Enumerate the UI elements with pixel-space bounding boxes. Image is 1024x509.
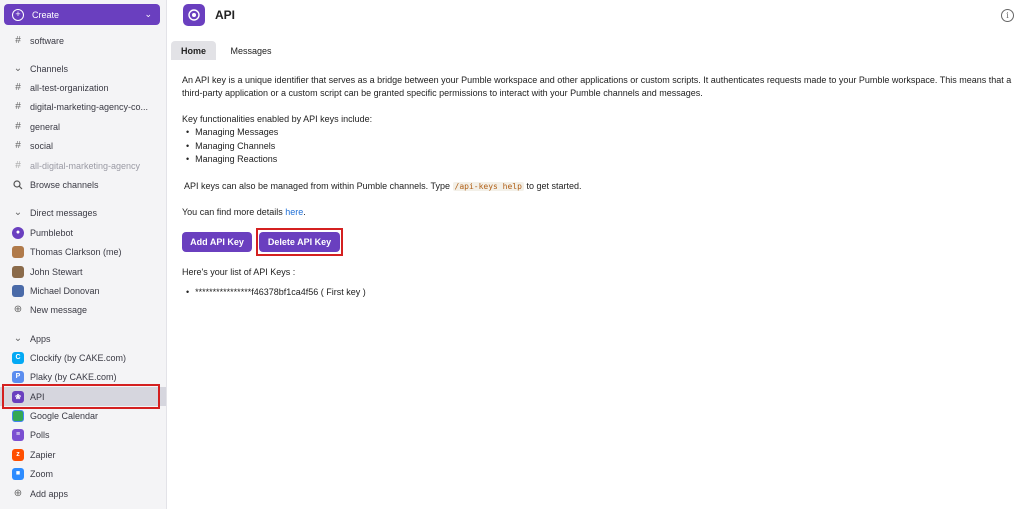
delete-api-key-button[interactable]: Delete API Key xyxy=(259,232,340,252)
dm-michael-donovan[interactable]: Michael Donovan xyxy=(0,281,166,300)
app-polls[interactable]: ≡ Polls xyxy=(0,425,166,444)
add-api-key-button[interactable]: Add API Key xyxy=(182,232,252,252)
channels-hint-text-end: to get started. xyxy=(526,181,582,191)
section-header-direct-messages[interactable]: ⌄ Direct messages xyxy=(0,203,166,222)
plus-circle-icon: ⊕ xyxy=(13,488,23,499)
sidebar-item-label: all-digital-marketing-agency xyxy=(30,160,141,171)
app-zoom[interactable]: ■ Zoom xyxy=(0,464,166,483)
info-icon[interactable]: i xyxy=(1001,9,1014,22)
details-text: You can find more details xyxy=(182,207,283,217)
main-panel: API i Home Messages An API key is a uniq… xyxy=(167,0,1024,509)
clockify-icon: C xyxy=(12,351,24,364)
plus-circle-icon: ⊕ xyxy=(13,304,23,315)
intro-text: An API key is a unique identifier that s… xyxy=(182,75,1012,98)
hash-icon: # xyxy=(15,101,21,112)
zoom-icon: ■ xyxy=(12,467,24,480)
sidebar-item-label: Channels xyxy=(30,63,69,74)
sidebar-item-label: Google Calendar xyxy=(30,410,99,421)
hash-icon: # xyxy=(15,35,21,46)
plus-icon: + xyxy=(12,8,24,21)
hash-icon: # xyxy=(15,82,21,93)
sidebar-item-general[interactable]: # general xyxy=(0,117,166,136)
sidebar-item-label: Michael Donovan xyxy=(30,285,100,296)
dm-john-stewart[interactable]: John Stewart xyxy=(0,262,166,281)
api-logo-icon xyxy=(183,4,205,26)
search-icon xyxy=(12,179,24,190)
sidebar-item-label: John Stewart xyxy=(30,266,83,277)
sidebar-item-label: API xyxy=(30,391,45,402)
sidebar-item-label: Add apps xyxy=(30,488,69,499)
zapier-icon: z xyxy=(12,448,24,461)
sidebar-item-social[interactable]: # social xyxy=(0,136,166,155)
list-item: ****************f46378bf1ca4f56 ( First … xyxy=(186,286,366,300)
browse-channels[interactable]: Browse channels xyxy=(0,175,166,194)
hash-icon: # xyxy=(15,160,21,171)
section-header-apps[interactable]: ⌄ Apps xyxy=(0,329,166,348)
create-button[interactable]: + Create ⌄ xyxy=(4,4,160,25)
plaky-icon: P xyxy=(12,370,24,383)
list-item: Managing Messages xyxy=(186,126,278,140)
sidebar-item-label: digital-marketing-agency-co... xyxy=(30,101,149,112)
user-avatar xyxy=(12,245,24,258)
details-text-end: . xyxy=(303,207,306,217)
sidebar-item-label: Plaky (by CAKE.com) xyxy=(30,371,117,382)
sidebar-item-label: all-test-organization xyxy=(30,82,109,93)
details-line: You can find more details here. xyxy=(182,206,1012,219)
chevron-down-icon: ⌄ xyxy=(13,63,23,74)
app-api[interactable]: ❀ API xyxy=(0,387,166,406)
new-message[interactable]: ⊕ New message xyxy=(0,300,166,319)
sidebar-item-label: New message xyxy=(30,304,88,315)
dm-pumblebot[interactable]: ● Pumblebot xyxy=(0,223,166,242)
sidebar-item-all-digital-marketing-agency[interactable]: # all-digital-marketing-agency xyxy=(0,156,166,175)
page-title: API xyxy=(215,8,236,22)
app-google-calendar[interactable]: Google Calendar xyxy=(0,406,166,425)
sidebar-item-label: Zapier xyxy=(30,449,56,460)
sidebar-item-label: Clockify (by CAKE.com) xyxy=(30,352,127,363)
sidebar-item-label: Zoom xyxy=(30,468,54,479)
features-list: Managing Messages Managing Channels Mana… xyxy=(186,126,278,167)
list-item: Managing Channels xyxy=(186,140,278,154)
channels-hint-text: API keys can also be managed from within… xyxy=(184,181,450,191)
sidebar-item-label: Thomas Clarkson (me) xyxy=(30,246,122,257)
app-clockify[interactable]: C Clockify (by CAKE.com) xyxy=(0,348,166,367)
create-label: Create xyxy=(32,9,60,20)
sidebar-item-label: Apps xyxy=(30,333,51,344)
keys-heading: Here's your list of API Keys : xyxy=(182,267,296,277)
chevron-down-icon: ⌄ xyxy=(144,9,152,19)
api-icon: ❀ xyxy=(12,390,24,403)
keys-list: ****************f46378bf1ca4f56 ( First … xyxy=(186,286,366,300)
app-zapier[interactable]: z Zapier xyxy=(0,445,166,464)
details-link[interactable]: here xyxy=(285,207,303,217)
command-code: /api-keys help xyxy=(452,182,524,191)
calendar-icon xyxy=(12,409,24,422)
sidebar-item-label: Pumblebot xyxy=(30,227,74,238)
sidebar-item-label: social xyxy=(30,140,54,151)
bot-avatar: ● xyxy=(12,226,24,239)
tab-messages[interactable]: Messages xyxy=(223,41,279,60)
list-item: Managing Reactions xyxy=(186,153,278,167)
polls-icon: ≡ xyxy=(12,428,24,441)
sidebar-item-all-test-organization[interactable]: # all-test-organization xyxy=(0,78,166,97)
sidebar: + Create ⌄ # software ⌄ Channels # all-t… xyxy=(0,0,167,509)
tab-home[interactable]: Home xyxy=(171,41,216,60)
sidebar-item-label: Polls xyxy=(30,429,50,440)
sidebar-item-label: Direct messages xyxy=(30,207,98,218)
sidebar-item-label: software xyxy=(30,35,65,46)
chevron-down-icon: ⌄ xyxy=(13,333,23,344)
features-heading: Key functionalities enabled by API keys … xyxy=(182,114,373,124)
dm-thomas-clarkson[interactable]: Thomas Clarkson (me) xyxy=(0,242,166,261)
user-avatar xyxy=(12,284,24,297)
sidebar-item-software[interactable]: # software xyxy=(0,31,166,50)
sidebar-item-label: Browse channels xyxy=(30,179,99,190)
add-apps[interactable]: ⊕ Add apps xyxy=(0,484,166,503)
user-avatar xyxy=(12,265,24,278)
sidebar-item-label: general xyxy=(30,121,61,132)
app-plaky[interactable]: P Plaky (by CAKE.com) xyxy=(0,367,166,386)
channels-hint: API keys can also be managed from within… xyxy=(184,180,1014,193)
hash-icon: # xyxy=(15,140,21,151)
sidebar-item-digital-marketing-agency[interactable]: # digital-marketing-agency-co... xyxy=(0,97,166,116)
chevron-down-icon: ⌄ xyxy=(13,207,23,218)
hash-icon: # xyxy=(15,121,21,132)
section-header-channels[interactable]: ⌄ Channels xyxy=(0,59,166,78)
